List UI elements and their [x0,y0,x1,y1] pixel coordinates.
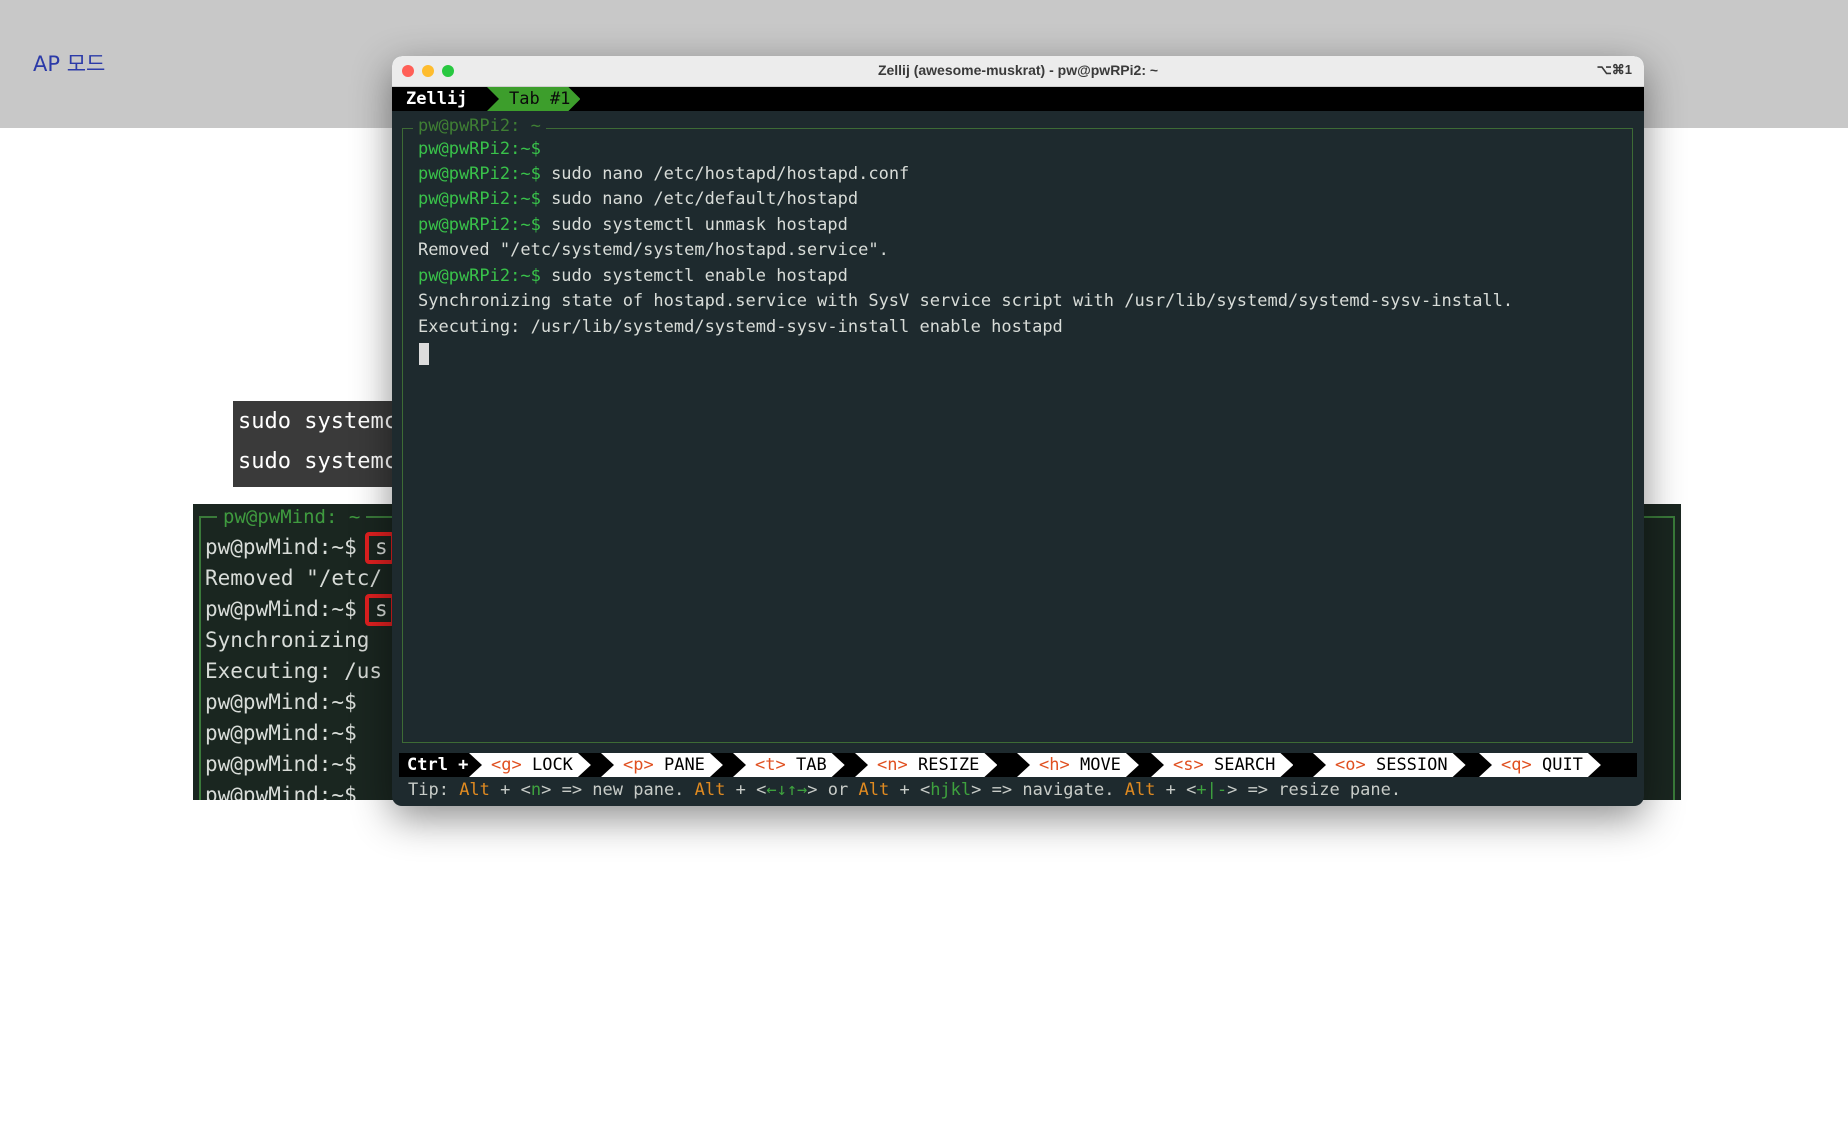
bg-terminal-line: Executing: /us [205,659,383,683]
terminal-line: Synchronizing state of hostapd.service w… [418,291,1514,311]
terminal-window[interactable]: Zellij (awesome-muskrat) - pw@pwRPi2: ~ … [392,56,1644,806]
ctrl-modifier-label: Ctrl + [407,755,469,775]
pane-title: pw@pwRPi2: ~ [413,116,546,136]
bg-terminal-line: pw@pwMind:~$ [205,783,357,800]
mode-move[interactable]: <h> MOVE [1017,753,1139,777]
mode-lock[interactable]: <g> LOCK [469,753,591,777]
highlight-box: s [365,594,395,626]
bg-terminal-line: Synchronizing [205,628,370,652]
mode-resize[interactable]: <n> RESIZE [855,753,997,777]
terminal-line: pw@pwRPi2:~$ [418,139,541,159]
code-snippet-line: sudo systemc [238,409,393,434]
window-titlebar[interactable]: Zellij (awesome-muskrat) - pw@pwRPi2: ~ … [392,56,1644,87]
terminal-cursor [419,343,429,365]
terminal-line: Removed "/etc/systemd/system/hostapd.ser… [418,240,889,260]
mode-tab[interactable]: <t> TAB [733,753,845,777]
bg-terminal-line: pw@pwMind:~$ [205,535,357,559]
zellij-tab-bar: Zellij Tab #1 [392,87,1644,111]
terminal-line: pw@pwRPi2:~$ sudo nano /etc/hostapd/host… [418,164,910,184]
zellij-status-bar: Ctrl + <g> LOCK <p> PANE <t> TAB <n> RES… [399,753,1637,777]
window-shortcut: ⌥⌘1 [1596,62,1632,77]
tab-1[interactable]: Tab #1 [487,87,580,111]
bg-terminal-line: Removed "/etc/ [205,566,383,590]
bg-terminal-line: pw@pwMind:~$ [205,721,357,745]
terminal-line: pw@pwRPi2:~$ sudo nano /etc/default/host… [418,189,859,209]
highlight-box: s [365,532,395,564]
terminal-line: pw@pwRPi2:~$ sudo systemctl enable hosta… [418,266,848,286]
terminal-line: Executing: /usr/lib/systemd/systemd-sysv… [418,317,1063,337]
background-terminal-title: pw@pwMind: ~ [217,506,367,528]
bg-terminal-line: pw@pwMind:~$ [205,690,357,714]
mode-session[interactable]: <o> SESSION [1313,753,1466,777]
mode-pane[interactable]: <p> PANE [601,753,723,777]
bg-terminal-line: pw@pwMind:~$ [205,752,357,776]
terminal-line: pw@pwRPi2:~$ sudo systemctl unmask hosta… [418,215,848,235]
window-title: Zellij (awesome-muskrat) - pw@pwRPi2: ~ [877,62,1159,78]
bg-terminal-line: pw@pwMind:~$ [205,597,357,621]
slide-title: AP 모드 [33,52,106,76]
code-snippet-box: sudo systemc sudo systemc [233,401,393,487]
zellij-app-name: Zellij [406,89,468,109]
mode-search[interactable]: <s> SEARCH [1151,753,1293,777]
mode-quit[interactable]: <q> QUIT [1479,753,1601,777]
tip-line: Tip: Alt + <n> => new pane. Alt + <←↓↑→>… [408,780,1402,800]
terminal-pane[interactable]: pw@pwRPi2: ~ pw@pwRPi2:~$ pw@pwRPi2:~$ s… [402,116,1633,743]
code-snippet-line: sudo systemc [238,449,393,474]
